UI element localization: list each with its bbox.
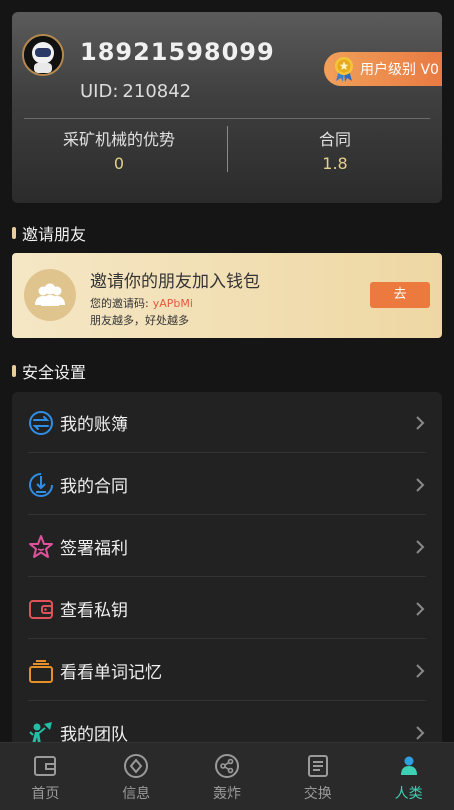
menu-item-word-memory[interactable]: 看看单词记忆 [12, 640, 442, 701]
friends-icon [24, 269, 76, 321]
stat-mining-advantage: 采矿机械的优势 0 [12, 126, 226, 173]
invite-note: 朋友越多，好处越多 [90, 314, 189, 327]
document-icon [307, 755, 328, 777]
astronaut-icon [24, 36, 62, 74]
nav-label: 人类 [394, 786, 423, 802]
user-level-badge[interactable]: 用户级别 V0 [324, 52, 442, 86]
nav-home[interactable]: 首页 [0, 743, 91, 810]
uid-value: 210842 [122, 81, 192, 102]
stat-value: 1.8 [322, 154, 348, 173]
invite-section-title: 邀请朋友 [12, 221, 86, 245]
nav-label: 首页 [31, 786, 60, 802]
phone-number: 18921598099 [80, 38, 275, 66]
star-icon [29, 534, 53, 558]
invite-code[interactable]: yAPbMi [153, 297, 193, 310]
divider [28, 452, 426, 453]
share-icon [214, 754, 239, 778]
medal-icon [335, 57, 353, 82]
compass-icon [124, 754, 149, 778]
divider [28, 514, 426, 515]
security-menu: 我的账簿 我的合同 签署福利 查看私钥 看看单词记忆 我的团队 [12, 392, 442, 752]
section-title-text: 安全设置 [22, 363, 87, 382]
uid-row: UID: 210842 [80, 81, 191, 102]
menu-item-label: 查看私钥 [60, 601, 128, 621]
nav-label: 交换 [303, 786, 332, 802]
menu-item-private-key[interactable]: 查看私钥 [12, 578, 442, 639]
uid-label: UID: [80, 81, 119, 102]
wallet-icon [29, 599, 53, 619]
menu-item-label: 我的账簿 [60, 415, 128, 435]
chevron-right-icon [416, 601, 425, 616]
profile-card: 18921598099 UID: 210842 用户级别 V0 采矿机械的优势 0… [12, 12, 442, 203]
menu-item-label: 签署福利 [60, 539, 128, 559]
nav-bomb[interactable]: 轰炸 [182, 743, 273, 810]
menu-item-label: 看看单词记忆 [60, 663, 162, 683]
security-section-title: 安全设置 [12, 359, 86, 383]
invite-code-label: 您的邀请码: [90, 297, 149, 310]
chevron-right-icon [416, 415, 425, 430]
menu-item-benefits[interactable]: 签署福利 [12, 516, 442, 577]
section-title-text: 邀请朋友 [22, 225, 87, 244]
chevron-right-icon [416, 725, 425, 740]
nav-human[interactable]: 人类 [363, 743, 454, 810]
ledger-icon [29, 410, 53, 435]
invite-go-button[interactable]: 去 [370, 282, 430, 308]
divider [28, 576, 426, 577]
divider [28, 700, 426, 701]
nav-label: 轰炸 [212, 786, 241, 802]
menu-item-label: 我的合同 [60, 477, 128, 497]
menu-item-ledger[interactable]: 我的账簿 [12, 392, 442, 453]
stat-title: 合同 [318, 130, 351, 149]
divider [28, 638, 426, 639]
user-level-label: 用户级别 V0 [360, 62, 439, 78]
home-icon [34, 756, 57, 776]
avatar[interactable] [22, 34, 64, 76]
stat-contract: 合同 1.8 [228, 126, 442, 173]
stat-value: 0 [113, 154, 125, 173]
person-icon [400, 756, 417, 775]
nav-exchange[interactable]: 交换 [272, 743, 363, 810]
stat-title: 采矿机械的优势 [62, 130, 175, 149]
menu-item-contract[interactable]: 我的合同 [12, 454, 442, 515]
section-marker [12, 227, 16, 239]
bottom-nav: 首页 信息 轰炸 交换 人类 [0, 742, 454, 810]
nav-info[interactable]: 信息 [91, 743, 182, 810]
chevron-right-icon [416, 539, 425, 554]
chevron-right-icon [416, 477, 425, 492]
section-marker [12, 365, 16, 377]
invite-code-row: 您的邀请码: yAPbMi [90, 295, 193, 311]
nav-label: 信息 [122, 786, 151, 802]
invite-card[interactable]: 邀请你的朋友加入钱包 您的邀请码: yAPbMi 朋友越多，好处越多 去 [12, 253, 442, 338]
cards-icon [29, 659, 53, 683]
contract-icon [29, 472, 53, 497]
chevron-right-icon [416, 663, 425, 678]
invite-headline: 邀请你的朋友加入钱包 [90, 272, 260, 292]
card-divider [24, 118, 430, 119]
